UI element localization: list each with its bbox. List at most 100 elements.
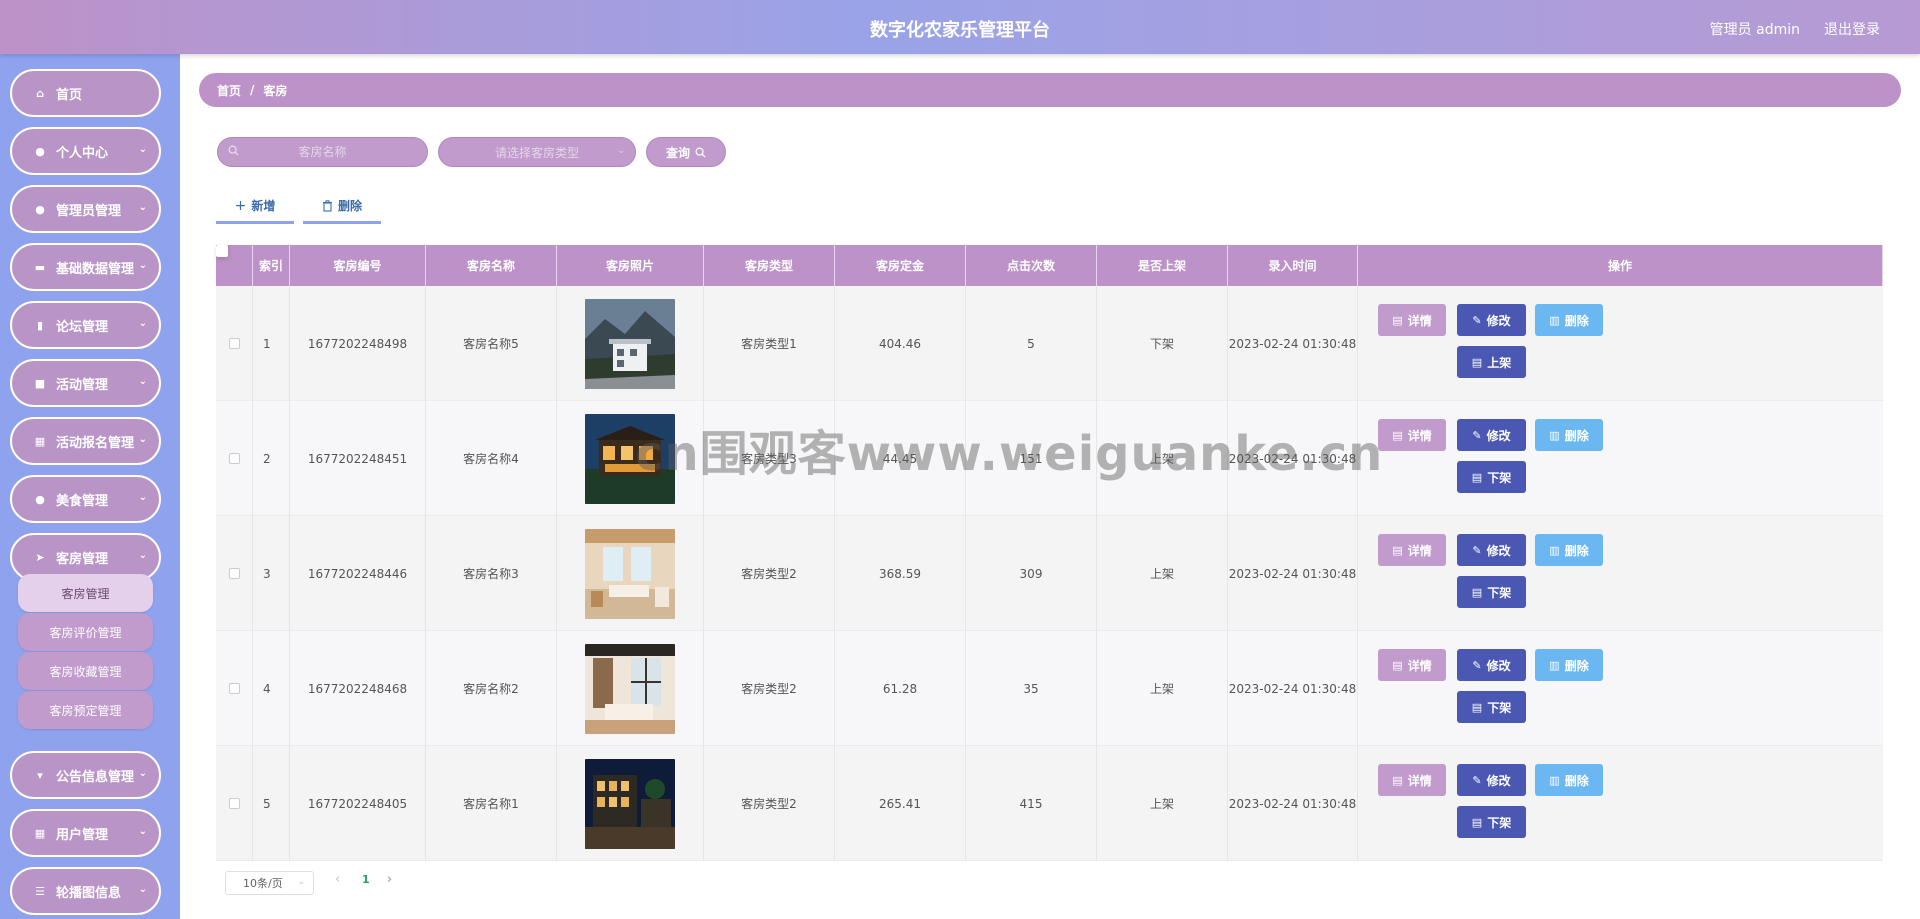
detail-button-label: 详情 [1407,313,1432,328]
room-type-select[interactable]: 请选择客房类型 ⌄ [438,137,636,167]
sidebar-item-2[interactable]: ● 管理员管理 ⌄ [10,185,161,233]
breadcrumb-home[interactable]: 首页 [217,82,241,99]
cell-clicks: 5 [966,286,1097,401]
pencil-icon: ✎ [1472,658,1482,672]
page-size-select[interactable]: 10条/页 ⌄ [225,871,314,895]
cell-time: 2023-02-24 01:30:48 [1228,631,1358,746]
delete-button[interactable]: ▥ 删除 [1535,419,1603,451]
edit-button[interactable]: ✎ 修改 [1457,649,1526,681]
detail-button-label: 详情 [1407,428,1432,443]
sidebar-item-11[interactable]: ☰ 轮播图信息 ⌄ [10,867,161,915]
document-icon: ▤ [1471,700,1483,714]
row-select-cell [216,516,253,631]
chevron-down-icon: ⌄ [138,376,147,387]
row-checkbox[interactable] [228,683,240,694]
toggle-listing-button-label: 下架 [1487,585,1512,600]
trash-icon: ▥ [1549,773,1560,787]
toggle-listing-button[interactable]: ▤ 下架 [1457,576,1526,608]
detail-button[interactable]: ▤ 详情 [1378,419,1446,451]
submenu-item-0[interactable]: 客房管理 [18,574,153,612]
sidebar-item-label: 基础数据管理 [56,261,135,277]
room-name-search-input[interactable] [218,138,427,166]
row-checkbox[interactable] [228,453,240,464]
edit-button-label: 修改 [1486,543,1511,558]
edit-button[interactable]: ✎ 修改 [1457,304,1526,336]
cell-name: 客房名称1 [426,746,557,861]
trash-icon: ▥ [1549,543,1560,557]
toggle-listing-button[interactable]: ▤ 下架 [1457,691,1526,723]
row-select-cell [216,631,253,746]
column-header: 客房照片 [557,245,704,286]
toggle-listing-button[interactable]: ▤ 下架 [1457,806,1526,838]
prev-page-button[interactable]: ‹ [335,872,340,887]
row-actions: ▤ 详情 ✎ 修改 ▥ 删除 ▤ 下架 [1358,516,1883,631]
breadcrumb: 首页 / 客房 [199,73,1901,107]
detail-button[interactable]: ▤ 详情 [1378,649,1446,681]
sidebar-item-1[interactable]: ● 个人中心 ⌄ [10,127,161,175]
row-checkbox[interactable] [228,568,240,579]
delete-button[interactable]: ▥ 删除 [1535,764,1603,796]
thumb-icon: ▮ [36,318,44,332]
document-icon: ▤ [1392,428,1403,442]
room-photo [585,413,675,504]
cell-code: 1677202248498 [290,286,426,401]
sidebar-item-0[interactable]: ⌂ 首页 [10,69,161,117]
admin-icon: ● [35,202,45,216]
query-button[interactable]: 查询 [646,137,726,167]
logout-link[interactable]: 退出登录 [1824,19,1880,39]
send-icon: ➤ [35,550,45,564]
submenu-item-1[interactable]: 客房评价管理 [18,613,153,651]
batch-delete-button[interactable]: 删除 [303,190,381,224]
edit-button[interactable]: ✎ 修改 [1457,764,1526,796]
chevron-down-icon: ⌄ [138,202,147,213]
sidebar-item-3[interactable]: ▬ 基础数据管理 ⌄ [10,243,161,291]
next-page-button[interactable]: › [387,872,392,887]
room-photo [585,643,675,734]
cell-time: 2023-02-24 01:30:48 [1228,401,1358,516]
column-header: 点击次数 [966,245,1097,286]
submenu-item-2[interactable]: 客房收藏管理 [18,652,153,690]
toggle-listing-button[interactable]: ▤ 上架 [1457,346,1526,378]
trash-icon [322,199,333,212]
sidebar-item-4[interactable]: ▮ 论坛管理 ⌄ [10,301,161,349]
room-type-select-placeholder: 请选择客房类型 [494,145,579,160]
sidebar-item-5[interactable]: ■ 活动管理 ⌄ [10,359,161,407]
row-checkbox[interactable] [228,338,240,349]
detail-button[interactable]: ▤ 详情 [1378,304,1446,336]
page-number-current[interactable]: 1 [362,873,370,886]
document-icon: ▤ [1392,773,1403,787]
edit-button-label: 修改 [1486,658,1511,673]
pencil-icon: ✎ [1472,428,1482,442]
sidebar-item-10[interactable]: ▦ 用户管理 ⌄ [10,809,161,857]
sidebar-item-7[interactable]: ● 美食管理 ⌄ [10,475,161,523]
toggle-listing-button[interactable]: ▤ 下架 [1457,461,1526,493]
detail-button[interactable]: ▤ 详情 [1378,534,1446,566]
document-icon: ▤ [1392,658,1403,672]
sidebar-item-label: 客房管理 [56,551,109,567]
sidebar-item-6[interactable]: ▦ 活动报名管理 ⌄ [10,417,161,465]
cell-listed: 上架 [1097,516,1228,631]
pencil-icon: ✎ [1472,543,1482,557]
add-button[interactable]: + 新增 [216,190,294,224]
row-checkbox[interactable] [228,798,240,809]
plus-icon: + [234,197,247,214]
sidebar: ⌂ 首页 ● 个人中心 ⌄ ● 管理员管理 ⌄ ▬ 基础数据管理 ⌄ ▮ 论坛管理 ⌄ ■ 活动管理 ⌄ ▦ 活动报… [0,54,180,919]
edit-button[interactable]: ✎ 修改 [1457,419,1526,451]
delete-button[interactable]: ▥ 删除 [1535,649,1603,681]
edit-button[interactable]: ✎ 修改 [1457,534,1526,566]
delete-button[interactable]: ▥ 删除 [1535,304,1603,336]
edit-button-label: 修改 [1486,428,1511,443]
breadcrumb-separator: / [250,83,255,97]
query-button-label: 查询 [665,145,690,160]
cell-time: 2023-02-24 01:30:48 [1228,516,1358,631]
room-name-search-field [217,137,428,167]
cell-listed: 上架 [1097,401,1228,516]
column-header: 是否上架 [1097,245,1228,286]
user-icon: ● [35,144,45,158]
submenu-item-3[interactable]: 客房预定管理 [18,691,153,729]
trash-icon: ▥ [1549,658,1560,672]
sidebar-item-9[interactable]: ▾ 公告信息管理 ⌄ [10,751,161,799]
delete-button[interactable]: ▥ 删除 [1535,534,1603,566]
detail-button[interactable]: ▤ 详情 [1378,764,1446,796]
select-all-checkbox[interactable] [216,245,228,257]
